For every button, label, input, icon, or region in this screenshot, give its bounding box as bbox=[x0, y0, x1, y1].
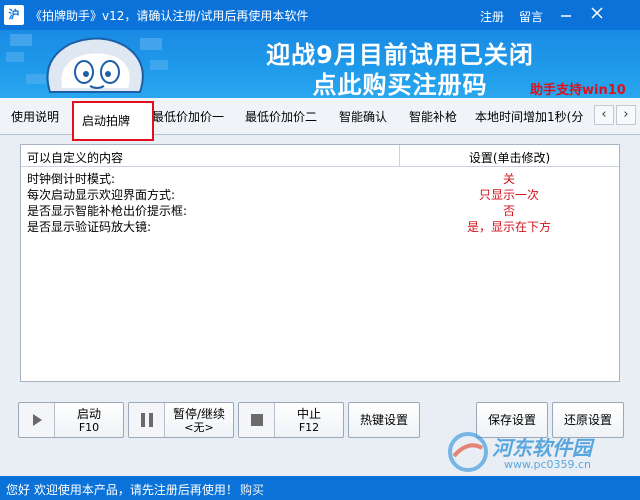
status-message: 您好 欢迎使用本产品，请先注册后再使用！ bbox=[6, 483, 238, 497]
tab-min-price-raise-2[interactable]: 最低价加价二 bbox=[245, 108, 317, 125]
chevron-left-icon: ‹ bbox=[601, 107, 607, 122]
register-link[interactable]: 注册 bbox=[480, 8, 504, 25]
tab-smart-rebid[interactable]: 智能补枪 bbox=[409, 108, 457, 125]
buy-link[interactable]: 购买 bbox=[240, 481, 264, 498]
pause-button-hotkey: <无> bbox=[184, 421, 214, 434]
message-link[interactable]: 留言 bbox=[519, 8, 543, 25]
tab-scroll-right-button[interactable]: › bbox=[616, 105, 636, 125]
title-bar: 沪 《拍牌助手》v12，请确认注册/试用后再使用本软件 注册 留言 bbox=[0, 0, 640, 30]
hotkey-settings-button[interactable]: 热键设置 bbox=[348, 402, 420, 438]
chevron-right-icon: › bbox=[623, 107, 629, 122]
settings-table: 可以自定义的内容 设置(单击修改) 时钟倒计时模式: 关 每次启动显示欢迎界面方… bbox=[20, 144, 620, 382]
stop-button-label: 中止 bbox=[296, 407, 321, 421]
setting-value[interactable]: 是，显示在下方 bbox=[399, 218, 619, 235]
pause-resume-button[interactable]: 暂停/继续 <无> bbox=[128, 402, 234, 438]
tab-start-bidding[interactable]: 启动拍牌 bbox=[72, 101, 154, 141]
pause-icon bbox=[129, 403, 165, 437]
table-row[interactable]: 是否显示智能补枪出价提示框: 否 bbox=[21, 201, 619, 218]
play-icon bbox=[19, 403, 55, 437]
window-title: 《拍牌助手》v12，请确认注册/试用后再使用本软件 bbox=[30, 9, 309, 23]
start-button[interactable]: 启动 F10 bbox=[18, 402, 124, 438]
tab-min-price-raise-1[interactable]: 最低价加价一 bbox=[152, 108, 224, 125]
start-button-hotkey: F10 bbox=[78, 421, 100, 434]
restore-settings-label: 还原设置 bbox=[563, 413, 612, 427]
stop-icon bbox=[239, 403, 275, 437]
setting-name: 是否显示验证码放大镜: bbox=[27, 220, 152, 234]
watermark: 河东软件园 www.pc0359.cn bbox=[440, 426, 640, 482]
tab-smart-confirm[interactable]: 智能确认 bbox=[339, 108, 387, 125]
start-button-label: 启动 bbox=[76, 407, 101, 421]
watermark-title: 河东软件园 bbox=[492, 436, 592, 460]
table-row[interactable]: 是否显示验证码放大镜: 是，显示在下方 bbox=[21, 217, 619, 235]
minimize-icon bbox=[561, 15, 571, 17]
app-icon: 沪 bbox=[4, 5, 24, 25]
pause-button-label: 暂停/继续 bbox=[172, 407, 226, 421]
watermark-logo-icon bbox=[448, 432, 488, 472]
promo-banner[interactable]: 迎战9月目前试用已关闭 点此购买注册码 助手支持win10 bbox=[0, 30, 640, 98]
tab-local-time[interactable]: 本地时间增加1秒(分 bbox=[475, 108, 585, 125]
tab-instructions[interactable]: 使用说明 bbox=[11, 108, 59, 125]
hotkey-settings-label: 热键设置 bbox=[359, 413, 408, 427]
banner-win10-note: 助手支持win10 bbox=[530, 83, 626, 98]
close-button[interactable] bbox=[586, 5, 608, 25]
watermark-url: www.pc0359.cn bbox=[504, 458, 592, 471]
stop-button[interactable]: 中止 F12 bbox=[238, 402, 344, 438]
close-icon bbox=[591, 7, 603, 19]
stop-button-hotkey: F12 bbox=[298, 421, 320, 434]
table-row[interactable]: 时钟倒计时模式: 关 bbox=[21, 169, 619, 186]
column-header-setting: 设置(单击修改) bbox=[399, 145, 619, 167]
mascot-logo-icon bbox=[6, 34, 168, 93]
table-header: 可以自定义的内容 设置(单击修改) bbox=[21, 145, 619, 167]
tab-start-bidding-label: 启动拍牌 bbox=[82, 114, 131, 128]
table-row[interactable]: 每次启动显示欢迎界面方式: 只显示一次 bbox=[21, 185, 619, 202]
column-header-content: 可以自定义的内容 bbox=[27, 151, 124, 165]
tab-scroll-left-button[interactable]: ‹ bbox=[594, 105, 614, 125]
status-bar: 您好 欢迎使用本产品，请先注册后再使用！ 购买 bbox=[0, 476, 640, 500]
save-settings-label: 保存设置 bbox=[487, 413, 536, 427]
minimize-button[interactable] bbox=[555, 5, 577, 25]
